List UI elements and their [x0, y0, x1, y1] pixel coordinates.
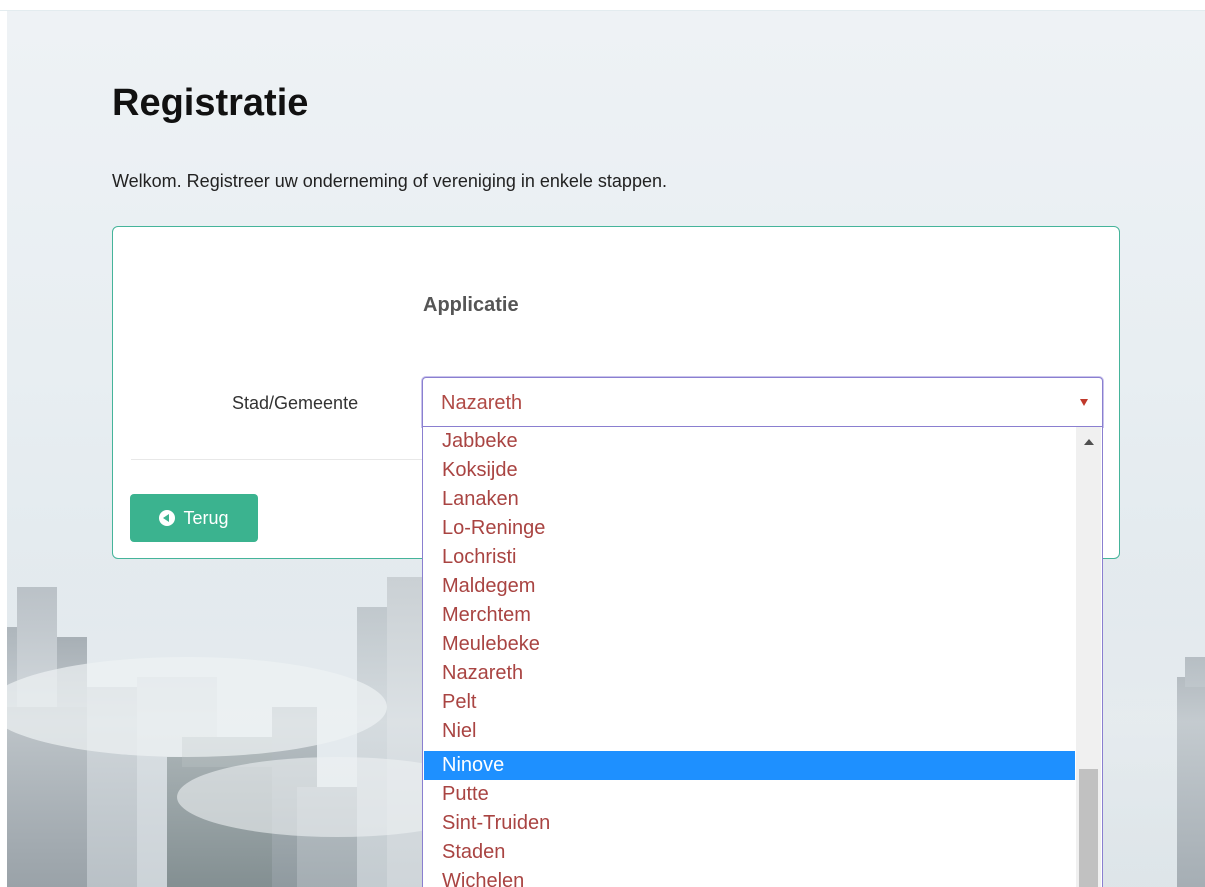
back-button-label: Terug — [183, 507, 229, 528]
scrollbar-thumb[interactable] — [1079, 769, 1098, 887]
dropdown-option-selected[interactable]: Ninove — [424, 751, 1075, 780]
dropdown-option[interactable]: Putte — [424, 780, 1075, 809]
scroll-up-arrow-icon[interactable] — [1084, 439, 1094, 445]
dropdown-option[interactable]: Nazareth — [424, 659, 1075, 688]
chevron-down-icon — [1080, 399, 1088, 406]
dropdown-option[interactable]: Staden — [424, 838, 1075, 867]
intro-text: Welkom. Registreer uw onderneming of ver… — [112, 171, 667, 191]
dropdown-option[interactable]: Lanaken — [424, 485, 1075, 514]
page-title: Registratie — [112, 82, 309, 124]
dropdown-scrollbar[interactable] — [1076, 427, 1101, 887]
dropdown-option[interactable]: Lo-Reninge — [424, 514, 1075, 543]
back-button[interactable]: Terug — [130, 494, 258, 542]
circle-arrow-left-icon — [159, 510, 176, 526]
dropdown-option[interactable]: Sint-Truiden — [424, 809, 1075, 838]
dropdown-option[interactable]: Lochristi — [424, 543, 1075, 572]
dropdown-option[interactable]: Maldegem — [424, 572, 1075, 601]
dropdown-option[interactable]: Merchtem — [424, 601, 1075, 630]
top-border — [0, 0, 1205, 11]
city-dropdown-list[interactable]: Jabbeke Koksijde Lanaken Lo-Reninge Loch… — [422, 427, 1103, 887]
dropdown-option[interactable]: Jabbeke — [424, 427, 1075, 456]
dropdown-option[interactable]: Meulebeke — [424, 630, 1075, 659]
city-select-value: Nazareth — [441, 392, 523, 414]
dropdown-option[interactable]: Pelt — [424, 688, 1075, 717]
city-field-label: Stad/Gemeente — [232, 393, 359, 413]
dropdown-option[interactable]: Koksijde — [424, 456, 1075, 485]
dropdown-option[interactable]: Niel — [424, 717, 1075, 746]
dropdown-option[interactable]: Wichelen — [424, 867, 1075, 887]
panel-title: Applicatie — [423, 294, 519, 316]
city-select[interactable]: Nazareth — [422, 377, 1103, 427]
